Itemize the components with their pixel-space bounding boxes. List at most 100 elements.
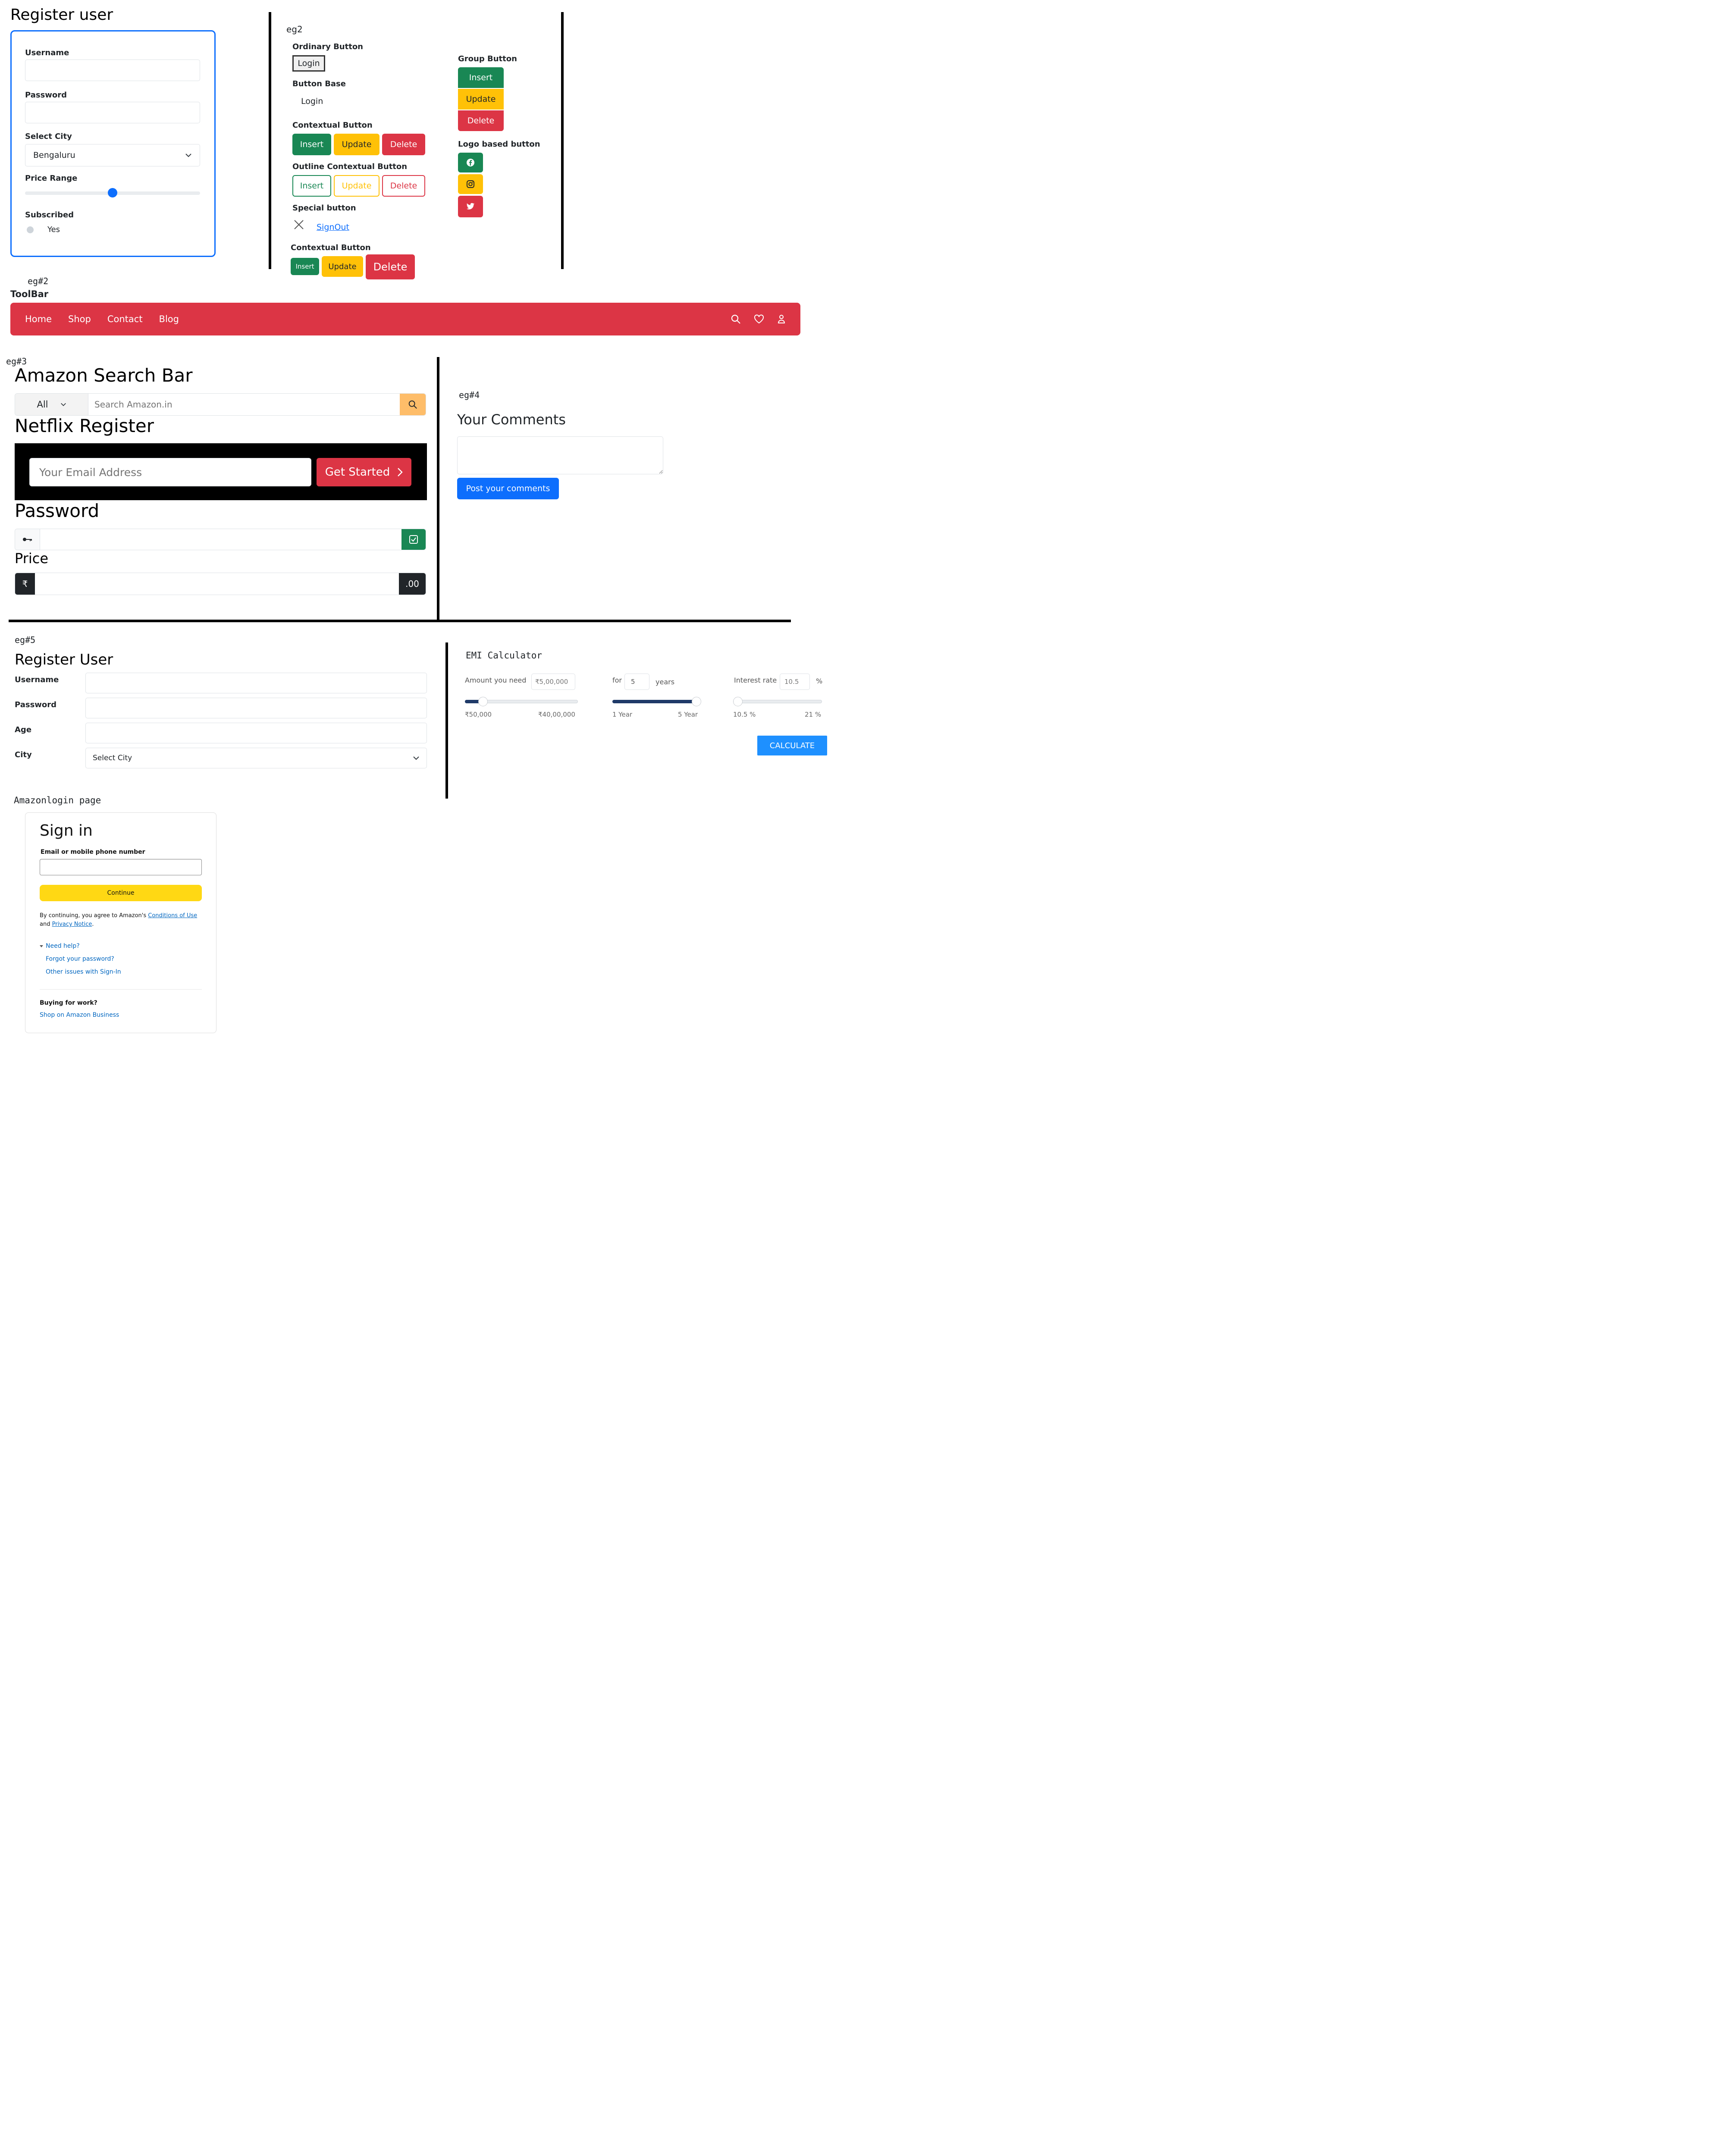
price-title: Price bbox=[15, 550, 49, 567]
amount-min: ₹50,000 bbox=[465, 711, 492, 718]
update-button[interactable]: Update bbox=[334, 134, 380, 155]
price-range-slider[interactable] bbox=[25, 188, 200, 197]
button-base-label: Button Base bbox=[292, 79, 346, 88]
ordinary-login-button[interactable]: Login bbox=[292, 55, 325, 72]
twitter-button[interactable] bbox=[458, 196, 483, 217]
interest-thumb[interactable] bbox=[733, 697, 743, 706]
terms-prefix: By continuing, you agree to Amazon's bbox=[40, 912, 147, 919]
insert-button[interactable]: Insert bbox=[292, 134, 331, 155]
amount-thumb[interactable] bbox=[478, 697, 488, 706]
instagram-icon bbox=[466, 180, 475, 188]
toolbar-link-blog[interactable]: Blog bbox=[159, 314, 179, 324]
register-user-2-title: Register User bbox=[15, 651, 113, 668]
rupee-addon: ₹ bbox=[15, 573, 35, 595]
calculate-button[interactable]: CALCULATE bbox=[757, 736, 827, 755]
divider bbox=[269, 12, 271, 269]
username-label-2: Username bbox=[15, 675, 59, 684]
interest-max: 21 % bbox=[805, 711, 822, 718]
amazon-search-input[interactable] bbox=[88, 394, 400, 415]
city-select[interactable]: Bengaluru bbox=[25, 144, 200, 166]
age-input[interactable] bbox=[85, 723, 427, 743]
interest-slider[interactable] bbox=[733, 697, 822, 706]
amount-label: Amount you need bbox=[465, 676, 527, 684]
password-input-eg3[interactable] bbox=[40, 529, 401, 550]
continue-button[interactable]: Continue bbox=[40, 885, 202, 901]
outline-update-button[interactable]: Update bbox=[334, 175, 380, 197]
username-input-2[interactable] bbox=[85, 673, 427, 693]
conditions-link[interactable]: Conditions of Use bbox=[148, 912, 197, 919]
password-check-button[interactable] bbox=[401, 529, 426, 550]
password-input[interactable] bbox=[25, 102, 200, 123]
netflix-email-input[interactable] bbox=[29, 458, 311, 486]
password-label: Password bbox=[25, 91, 67, 100]
years-max: 5 Year bbox=[678, 711, 698, 718]
instagram-button[interactable] bbox=[458, 174, 483, 194]
interest-input[interactable]: 10.5 bbox=[780, 674, 810, 690]
facebook-button[interactable] bbox=[458, 153, 483, 172]
user-icon[interactable] bbox=[777, 314, 786, 324]
group-insert-button[interactable]: Insert bbox=[458, 67, 504, 88]
post-comments-button[interactable]: Post your comments bbox=[457, 478, 559, 499]
signin-title: Sign in bbox=[40, 822, 93, 840]
years-input[interactable]: 5 bbox=[624, 674, 649, 690]
city-select-2[interactable]: Select City bbox=[85, 748, 427, 768]
for-label: for bbox=[612, 676, 622, 684]
amount-max: ₹40,00,000 bbox=[538, 711, 575, 718]
other-issues-link[interactable]: Other issues with Sign-In bbox=[46, 968, 121, 975]
forgot-password-link[interactable]: Forgot your password? bbox=[46, 956, 114, 962]
years-label: years bbox=[656, 678, 675, 686]
years-slider[interactable] bbox=[612, 697, 701, 706]
amazon-category-select[interactable]: All bbox=[15, 394, 88, 415]
eg2-tag: eg2 bbox=[286, 24, 303, 34]
signout-link[interactable]: SignOut bbox=[317, 222, 349, 232]
get-started-button[interactable]: Get Started bbox=[317, 458, 411, 486]
delete-button[interactable]: Delete bbox=[382, 134, 425, 155]
price-range-thumb[interactable] bbox=[108, 188, 117, 197]
need-help-row[interactable]: Need help? bbox=[40, 943, 80, 950]
privacy-link[interactable]: Privacy Notice bbox=[52, 921, 92, 928]
toolbar-link-shop[interactable]: Shop bbox=[68, 314, 91, 324]
need-help-link[interactable]: Need help? bbox=[46, 943, 80, 950]
subscribed-radio[interactable] bbox=[27, 226, 34, 233]
get-started-label: Get Started bbox=[325, 466, 390, 479]
toolbar-link-contact[interactable]: Contact bbox=[107, 314, 143, 324]
price-group: ₹ .00 bbox=[15, 573, 426, 595]
toolbar-link-home[interactable]: Home bbox=[25, 314, 52, 324]
chevron-right-icon bbox=[397, 467, 403, 477]
amount-slider[interactable] bbox=[465, 697, 578, 706]
outline-insert-button[interactable]: Insert bbox=[292, 175, 331, 197]
password-input-2[interactable] bbox=[85, 698, 427, 718]
amazon-business-link[interactable]: Shop on Amazon Business bbox=[40, 1012, 119, 1018]
heart-icon[interactable] bbox=[754, 314, 764, 324]
comments-textarea[interactable] bbox=[457, 436, 663, 474]
outline-delete-button[interactable]: Delete bbox=[382, 175, 425, 197]
search-icon bbox=[408, 400, 417, 409]
close-icon[interactable] bbox=[293, 219, 304, 230]
password-group bbox=[15, 529, 426, 550]
outline-contextual-label: Outline Contextual Button bbox=[292, 162, 408, 171]
amazon-search-button[interactable] bbox=[400, 394, 426, 415]
small-insert-button[interactable]: Insert bbox=[291, 258, 319, 275]
group-delete-button[interactable]: Delete bbox=[458, 110, 504, 131]
group-update-button[interactable]: Update bbox=[458, 89, 504, 110]
medium-update-button[interactable]: Update bbox=[322, 256, 363, 277]
search-icon[interactable] bbox=[731, 314, 741, 324]
username-input[interactable] bbox=[25, 60, 200, 81]
age-label: Age bbox=[15, 725, 32, 734]
price-input[interactable] bbox=[35, 573, 399, 595]
twitter-icon bbox=[466, 203, 475, 210]
group-button-label: Group Button bbox=[458, 54, 517, 63]
email-input[interactable] bbox=[40, 859, 202, 875]
large-delete-button[interactable]: Delete bbox=[366, 254, 415, 279]
city-select-placeholder: Select City bbox=[93, 754, 132, 762]
city-label: City bbox=[15, 750, 32, 759]
interest-min: 10.5 % bbox=[733, 711, 756, 718]
chevron-down-icon bbox=[60, 401, 66, 407]
button-base-login[interactable]: Login bbox=[301, 97, 323, 106]
divider bbox=[437, 357, 439, 621]
years-thumb[interactable] bbox=[692, 697, 701, 706]
amazon-search-title: Amazon Search Bar bbox=[15, 365, 193, 386]
amazon-search-bar: All bbox=[15, 393, 426, 416]
amount-input[interactable]: ₹5,00,000 bbox=[531, 674, 575, 690]
city-select-value: Bengaluru bbox=[33, 150, 75, 160]
